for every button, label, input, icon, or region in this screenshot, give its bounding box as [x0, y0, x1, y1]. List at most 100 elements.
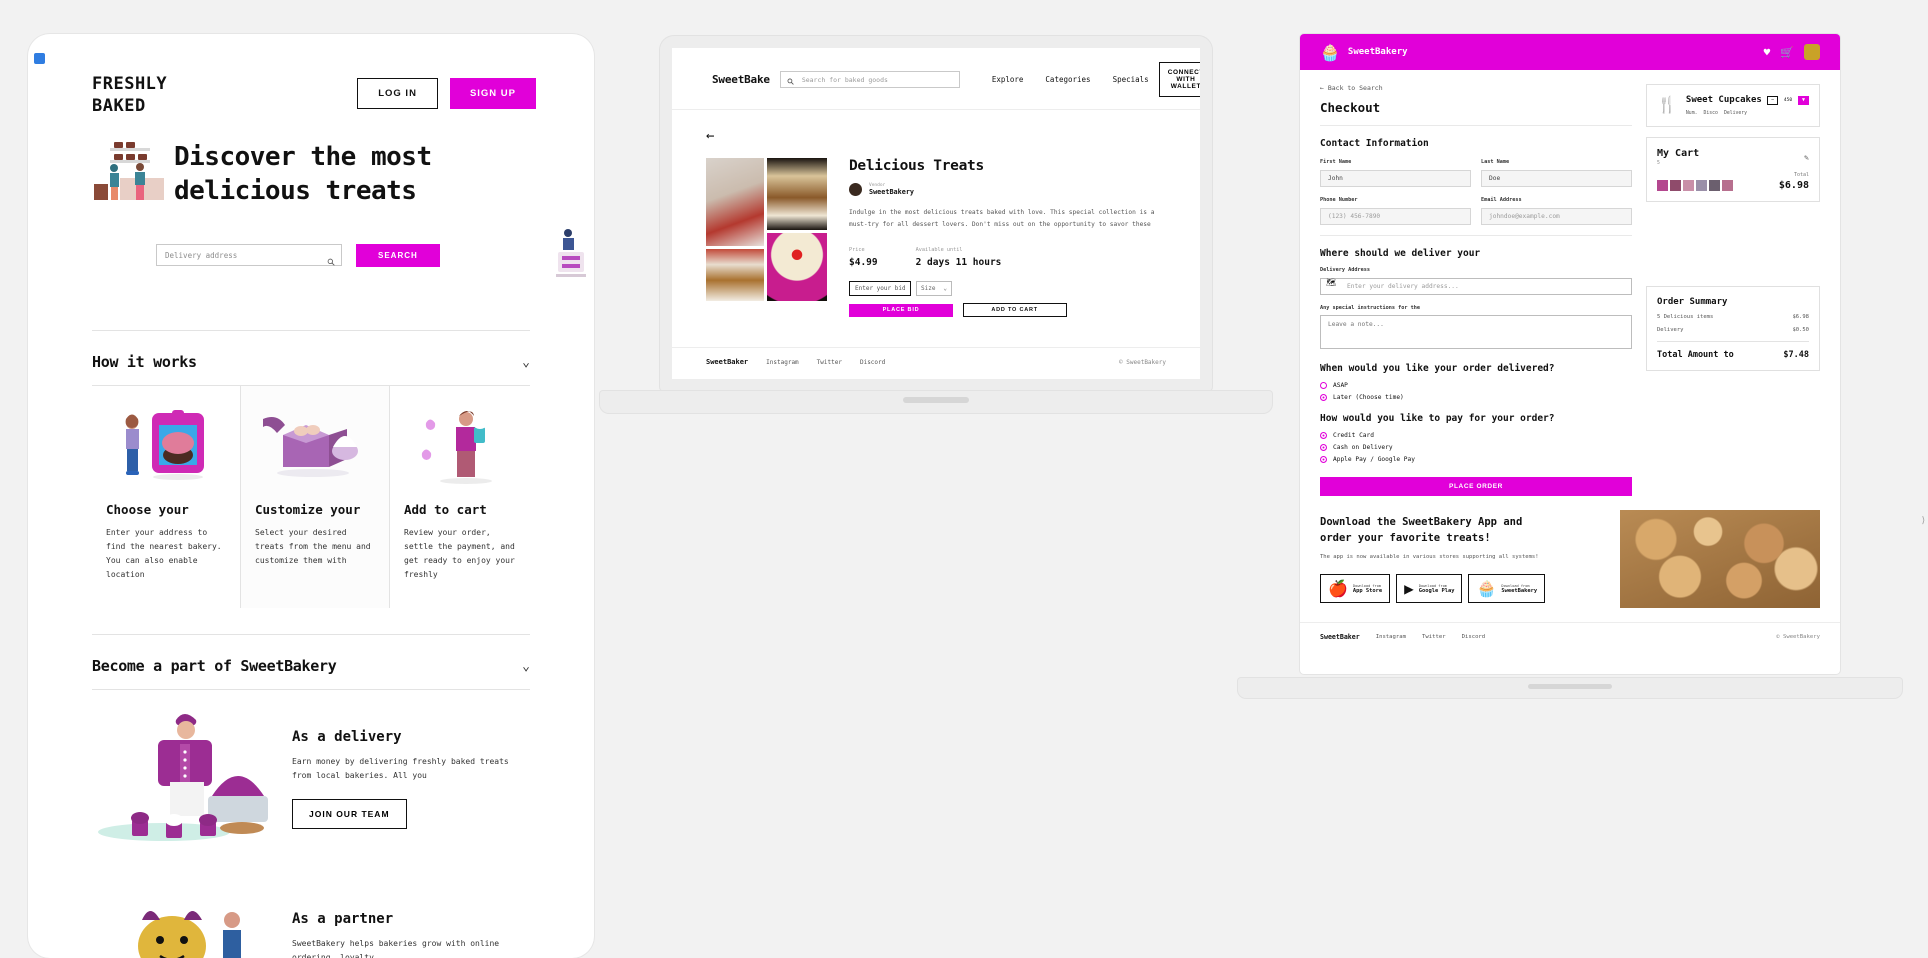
- email-field: Email Address: [1481, 197, 1632, 225]
- qty-minus-button[interactable]: −: [1767, 95, 1778, 105]
- store-big: SweetBakery: [1501, 587, 1538, 594]
- edit-pencil-icon[interactable]: ✎: [1804, 153, 1809, 162]
- footer-link-twitter[interactable]: Twitter: [817, 359, 842, 366]
- logo-line-1: FRESHLY: [92, 74, 168, 94]
- size-select[interactable]: Size ⌄: [916, 281, 952, 297]
- cake-stand-illustration: [556, 229, 586, 278]
- radio-apple-google-pay[interactable]: Apple Pay / Google Pay: [1320, 456, 1632, 463]
- bid-row: Size ⌄: [849, 281, 1166, 297]
- card-title: Customize your: [255, 502, 361, 518]
- delivery-address-search-box[interactable]: [156, 244, 342, 267]
- radio-asap[interactable]: ASAP: [1320, 382, 1632, 389]
- login-button[interactable]: LOG IN: [357, 78, 438, 109]
- bakery-shelf-illustration: [94, 141, 164, 200]
- heart-icon[interactable]: ♥: [1764, 46, 1771, 59]
- available-block: Available until 2 days 11 hours: [916, 247, 1002, 268]
- product-mini-card: 🍴 Sweet Cupcakes − 450 ▼ Num. Disco Deli…: [1646, 84, 1820, 127]
- add-to-cart-button[interactable]: ADD TO CART: [962, 303, 1067, 318]
- join-our-team-button[interactable]: JOIN OUR TEAM: [292, 799, 407, 830]
- radio-later[interactable]: Later (Choose time): [1320, 394, 1632, 401]
- radio-credit-card[interactable]: Credit Card: [1320, 432, 1632, 439]
- email-input[interactable]: [1481, 208, 1632, 225]
- first-name-input[interactable]: [1320, 170, 1471, 187]
- cutlery-icon: 🍴: [1657, 95, 1677, 114]
- email-label: Email Address: [1481, 197, 1522, 203]
- footer-link-discord[interactable]: Discord: [1462, 634, 1486, 640]
- card-desc: Review your order, settle the payment, a…: [404, 528, 515, 580]
- back-to-search-link[interactable]: ← Back to Search: [1320, 84, 1632, 92]
- hero-search-row: SEARCH: [28, 208, 594, 284]
- divider: [1320, 235, 1632, 236]
- laptop-device: SweetBake Explore Categories Specials CO…: [600, 36, 1272, 416]
- connect-wallet-button[interactable]: CONNECT WITH WALLET: [1158, 62, 1200, 97]
- download-title-line2: order your favorite treats!: [1320, 531, 1491, 544]
- cart-title: My Cart: [1657, 148, 1700, 159]
- product-mini-name: Sweet Cupcakes: [1685, 95, 1762, 105]
- laptop-search-input[interactable]: [801, 75, 953, 84]
- place-order-button[interactable]: PLACE ORDER: [1320, 477, 1632, 496]
- product-title: Delicious Treats: [849, 158, 984, 174]
- card-customize-your[interactable]: Customize your Select your desired treat…: [240, 386, 390, 609]
- how-it-works-header[interactable]: How it works ⌄: [28, 331, 594, 385]
- nav-link-explore[interactable]: Explore: [992, 75, 1024, 84]
- footer-link-instagram[interactable]: Instagram: [766, 359, 799, 366]
- footer-link-instagram[interactable]: Instagram: [1376, 634, 1406, 640]
- card-desc: Select your desired treats from the menu…: [255, 528, 371, 566]
- laptop-logo[interactable]: SweetBake: [712, 73, 770, 86]
- footer-link-twitter[interactable]: Twitter: [1422, 634, 1446, 640]
- footer-brand: SweetBaker: [706, 358, 749, 367]
- radio-icon-selected: [1320, 432, 1327, 439]
- meta-delivery: Delivery: [1723, 111, 1748, 116]
- contact-section-title: Contact Information: [1320, 138, 1429, 149]
- place-bid-button[interactable]: PLACE BID: [849, 303, 953, 317]
- become-part-header[interactable]: Become a part of SweetBakery ⌄: [28, 635, 594, 689]
- instructions-textarea[interactable]: [1320, 315, 1632, 349]
- summary-value: $0.50: [1792, 327, 1809, 333]
- bid-input[interactable]: [849, 281, 911, 297]
- search-input[interactable]: [165, 250, 333, 260]
- tablet-logo[interactable]: SweetBakery: [1348, 47, 1408, 57]
- chevron-down-icon[interactable]: ⌄: [522, 355, 530, 370]
- cart-icon[interactable]: 🛒: [1780, 46, 1794, 59]
- chevron-down-icon[interactable]: ⌄: [522, 659, 530, 674]
- meta-disco: Disco: [1703, 111, 1718, 116]
- quantity-stepper[interactable]: − 450 ▼: [1767, 95, 1809, 105]
- sweetbakery-store-button[interactable]: 🧁 Download from SweetBakery: [1468, 574, 1546, 604]
- nav-link-specials[interactable]: Specials: [1113, 75, 1149, 84]
- google-play-button[interactable]: ▶ Download from Google Play: [1396, 574, 1463, 604]
- divider: [1320, 125, 1632, 126]
- search-icon: [787, 70, 794, 89]
- avatar[interactable]: [1804, 44, 1820, 60]
- become-part-title: Become a part of SweetBakery: [92, 657, 337, 676]
- product-image-2[interactable]: [706, 249, 764, 301]
- qty-plus-button[interactable]: ▼: [1798, 95, 1809, 105]
- signup-button[interactable]: SIGN UP: [449, 78, 536, 109]
- nav-link-categories[interactable]: Categories: [1045, 75, 1090, 84]
- cart-total-label: Total: [1793, 172, 1809, 178]
- card-choose-your[interactable]: Choose your Enter your address to find t…: [92, 386, 240, 608]
- last-name-input[interactable]: [1481, 170, 1632, 187]
- laptop-screen: SweetBake Explore Categories Specials CO…: [672, 48, 1200, 379]
- radio-label: Later (Choose time): [1333, 394, 1404, 401]
- phone-input[interactable]: [1320, 208, 1471, 225]
- available-label: Available until: [915, 247, 963, 254]
- app-store-button[interactable]: 🍎 Download from App Store: [1320, 574, 1391, 604]
- footer-link-discord[interactable]: Discord: [860, 359, 885, 366]
- site-logo[interactable]: FRESHLY BAKED: [92, 74, 167, 118]
- radio-cash-on-delivery[interactable]: Cash on Delivery: [1320, 444, 1632, 451]
- card-add-to-cart[interactable]: Add to cart Review your order, settle th…: [390, 386, 538, 608]
- download-desc: The app is now available in various stor…: [1320, 554, 1539, 561]
- product-gallery[interactable]: [706, 158, 827, 317]
- search-button[interactable]: SEARCH: [356, 243, 440, 267]
- laptop-search-box[interactable]: [779, 70, 960, 89]
- back-arrow-icon[interactable]: ←: [706, 128, 1166, 144]
- vendor-row[interactable]: Vendor SweetBakery: [849, 183, 1166, 196]
- partner-illustration: [138, 911, 241, 958]
- product-image-3[interactable]: [767, 158, 827, 230]
- product-image-4[interactable]: [767, 233, 827, 301]
- summary-total-row: Total Amount to $7.48: [1657, 350, 1809, 360]
- delivery-address-input[interactable]: [1320, 278, 1632, 295]
- product-image-1[interactable]: [706, 158, 764, 246]
- first-name-field: First Name: [1320, 159, 1471, 187]
- available-value: 2 days 11 hours: [915, 257, 1002, 269]
